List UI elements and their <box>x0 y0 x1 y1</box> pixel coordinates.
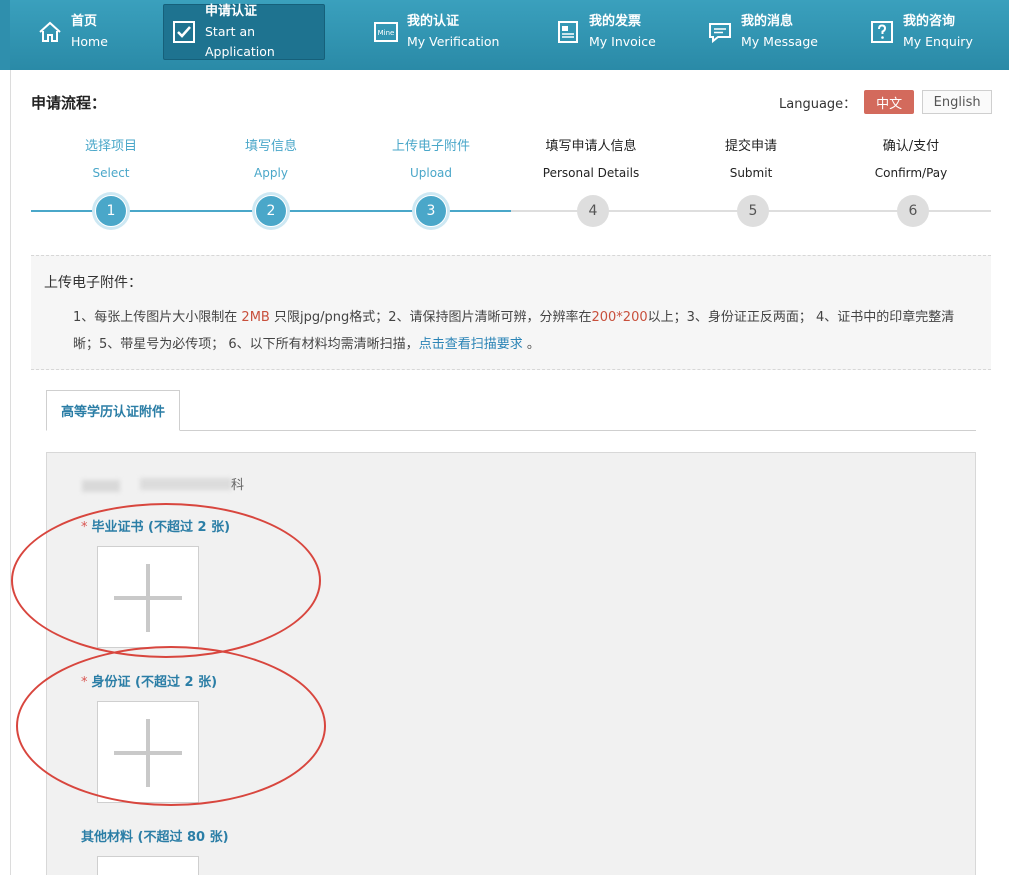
notice-text-2: 只限jpg/png格式；2、请保持图片清晰可辨，分辨率在 <box>273 310 592 325</box>
redacted-text-tail: 科 <box>231 478 245 493</box>
notice-text-end: 。 <box>526 337 540 352</box>
question-icon <box>870 20 894 44</box>
step-label-en: Select <box>92 166 130 180</box>
step-label-en: Submit <box>729 166 773 180</box>
nav-label-en: Start an Application <box>205 24 275 59</box>
step-6-label: 确认/支付 Confirm/Pay <box>831 138 991 182</box>
step-1-label: 选择项目 Select <box>31 138 191 182</box>
left-border <box>0 70 11 875</box>
nav-label-en: My Verification <box>407 34 500 49</box>
step-label-cn: 填写信息 <box>244 139 297 154</box>
nav-label-cn: 申请认证 <box>205 4 258 19</box>
nav-label-en: Home <box>71 34 108 49</box>
nav-label-en: My Message <box>741 34 818 49</box>
step-2-label: 填写信息 Apply <box>191 138 351 182</box>
step-label-cn: 上传电子附件 <box>391 139 470 154</box>
step-label-cn: 选择项目 <box>84 139 137 154</box>
nav-label-en: My Invoice <box>589 34 656 49</box>
nav-label-cn: 首页 <box>71 14 98 29</box>
step-label-en: Apply <box>254 166 288 180</box>
nav-label-cn: 我的认证 <box>407 14 460 29</box>
step-3-circle: 3 <box>415 195 447 227</box>
step-3-label: 上传电子附件 Upload <box>351 138 511 182</box>
top-navigation: 首页 Home 申请认证 Start an Application Mine 我… <box>0 0 1009 70</box>
language-chinese-button[interactable]: 中文 <box>864 90 915 114</box>
tab-underline <box>46 430 976 431</box>
nav-label-cn: 我的咨询 <box>903 14 956 29</box>
step-5-circle: 5 <box>737 195 769 227</box>
nav-item-my-message[interactable]: 我的消息 My Message <box>708 4 818 60</box>
step-label-en: Personal Details <box>542 166 640 180</box>
nav-left-strip <box>0 0 10 70</box>
step-2-circle: 2 <box>255 195 287 227</box>
message-icon <box>708 20 732 44</box>
checkbox-icon <box>172 20 196 44</box>
tab-higher-education-attachments[interactable]: 高等学历认证附件 <box>46 390 180 431</box>
certificate-icon-text: Mine <box>378 29 395 37</box>
step-5-label: 提交申请 Submit <box>671 138 831 182</box>
highlight-ellipse-id-card <box>16 646 326 806</box>
field-label-other-materials: 其他材料 (不超过 80 张) <box>81 826 229 845</box>
scan-requirements-link[interactable]: 点击查看扫描要求 <box>419 337 523 352</box>
step-4-circle: 4 <box>577 195 609 227</box>
language-switcher: Language： 中文 English <box>779 90 993 114</box>
invoice-icon <box>556 20 580 44</box>
step-label-cn: 填写申请人信息 <box>545 139 637 154</box>
home-icon <box>38 20 62 44</box>
step-label-cn: 提交申请 <box>724 139 777 154</box>
redacted-text <box>140 478 232 490</box>
nav-item-my-invoice[interactable]: 我的发票 My Invoice <box>556 4 656 60</box>
upload-other-materials-button[interactable] <box>97 856 199 875</box>
certificate-icon: Mine <box>374 20 398 44</box>
highlight-ellipse-diploma <box>11 503 321 658</box>
page-title: 申请流程： <box>31 94 107 112</box>
nav-item-home[interactable]: 首页 Home <box>38 4 108 60</box>
notice-title: 上传电子附件： <box>44 275 142 291</box>
language-english-button[interactable]: English <box>922 90 993 114</box>
step-label-en: Upload <box>409 166 453 180</box>
step-label-en: Confirm/Pay <box>874 166 948 180</box>
notice-size-limit: 2MB <box>241 310 270 325</box>
language-label: Language： <box>779 96 857 112</box>
upload-notice: 上传电子附件： 1、每张上传图片大小限制在 2MB 只限jpg/png格式；2、… <box>31 255 991 370</box>
nav-label-en: My Enquiry <box>903 34 973 49</box>
notice-resolution: 200*200 <box>591 310 648 325</box>
step-6-circle: 6 <box>897 195 929 227</box>
nav-item-my-enquiry[interactable]: 我的咨询 My Enquiry <box>870 4 973 60</box>
step-1-circle: 1 <box>95 195 127 227</box>
notice-text-1: 1、每张上传图片大小限制在 <box>73 310 238 325</box>
step-label-cn: 确认/支付 <box>882 139 940 154</box>
redacted-text <box>82 480 120 492</box>
nav-label-cn: 我的发票 <box>589 14 642 29</box>
notice-body: 1、每张上传图片大小限制在 2MB 只限jpg/png格式；2、请保持图片清晰可… <box>73 304 978 358</box>
step-4-label: 填写申请人信息 Personal Details <box>511 138 671 182</box>
field-label-text: 其他材料 (不超过 80 张) <box>81 830 229 845</box>
nav-item-my-verification[interactable]: Mine 我的认证 My Verification <box>374 4 499 60</box>
nav-item-start-application[interactable]: 申请认证 Start an Application <box>163 4 325 60</box>
nav-label-cn: 我的消息 <box>741 14 794 29</box>
